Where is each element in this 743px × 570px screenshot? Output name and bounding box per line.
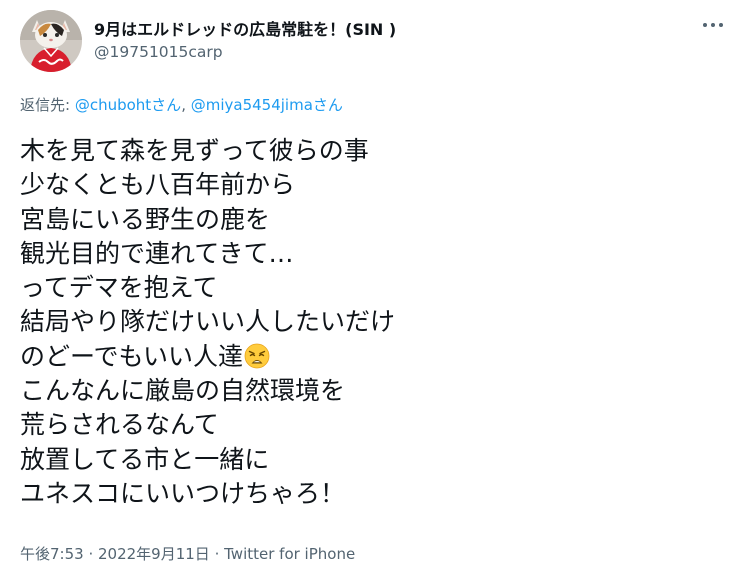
tweet-source[interactable]: Twitter for iPhone xyxy=(224,545,355,563)
mention-separator: , xyxy=(181,96,191,114)
tweet-line: こんなんに厳島の自然環境を xyxy=(20,376,346,406)
tweet-date[interactable]: 2022年9月11日 xyxy=(98,545,210,563)
replying-to-label: 返信先: xyxy=(20,96,75,114)
tweet-line: 少なくとも八百年前から xyxy=(20,170,296,200)
meta-separator: · xyxy=(209,545,225,563)
replying-to: 返信先: @chubohtさん, @miya5454jimaさん xyxy=(20,94,343,115)
avatar[interactable] xyxy=(20,10,82,72)
tweet-line-text: のどーでもいい人達 xyxy=(20,341,244,371)
more-horizontal-icon-dot xyxy=(719,23,723,27)
tweet-line-with-emoji: のどーでもいい人達 xyxy=(20,340,720,374)
tweet-line: 放置してる市と一緒に xyxy=(20,444,270,474)
author-handle[interactable]: @19751015carp xyxy=(94,43,223,61)
mention-link-miya5454jima[interactable]: @miya5454jimaさん xyxy=(191,96,343,114)
author-display-name[interactable]: 9月はエルドレッドの広島常駐を！(SIN ) xyxy=(94,16,396,40)
meta-separator: · xyxy=(83,545,98,563)
avatar-image xyxy=(20,10,82,72)
more-options-button[interactable] xyxy=(696,12,730,38)
weary-face-emoji-icon xyxy=(244,343,270,369)
tweet-text: 木を見て森を見ずって彼らの事 少なくとも八百年前から 宮島にいる野生の鹿を 観光… xyxy=(20,134,720,511)
tweet-line: 荒らされるなんて xyxy=(20,410,219,440)
tweet-line: 宮島にいる野生の鹿を xyxy=(20,204,271,234)
more-horizontal-icon xyxy=(703,23,707,27)
tweet-line: 結局やり隊だけいい人したいだけ xyxy=(20,307,396,337)
tweet-meta: 午後7:53 · 2022年9月11日 · Twitter for iPhone xyxy=(20,543,355,564)
tweet-time[interactable]: 午後7:53 xyxy=(20,545,84,563)
tweet-line: 観光目的で連れてきて… xyxy=(20,238,294,268)
tweet-card: 9月はエルドレッドの広島常駐を！(SIN ) @19751015carp 返信先… xyxy=(0,0,743,570)
tweet-line: ユネスコにいいつけちゃろ！ xyxy=(20,478,346,508)
mention-link-chuboht[interactable]: @chubohtさん xyxy=(75,96,181,114)
tweet-line: 木を見て森を見ずって彼らの事 xyxy=(20,136,369,165)
tweet-line: ってデマを抱えて xyxy=(20,273,218,303)
more-horizontal-icon-dot xyxy=(711,23,715,27)
